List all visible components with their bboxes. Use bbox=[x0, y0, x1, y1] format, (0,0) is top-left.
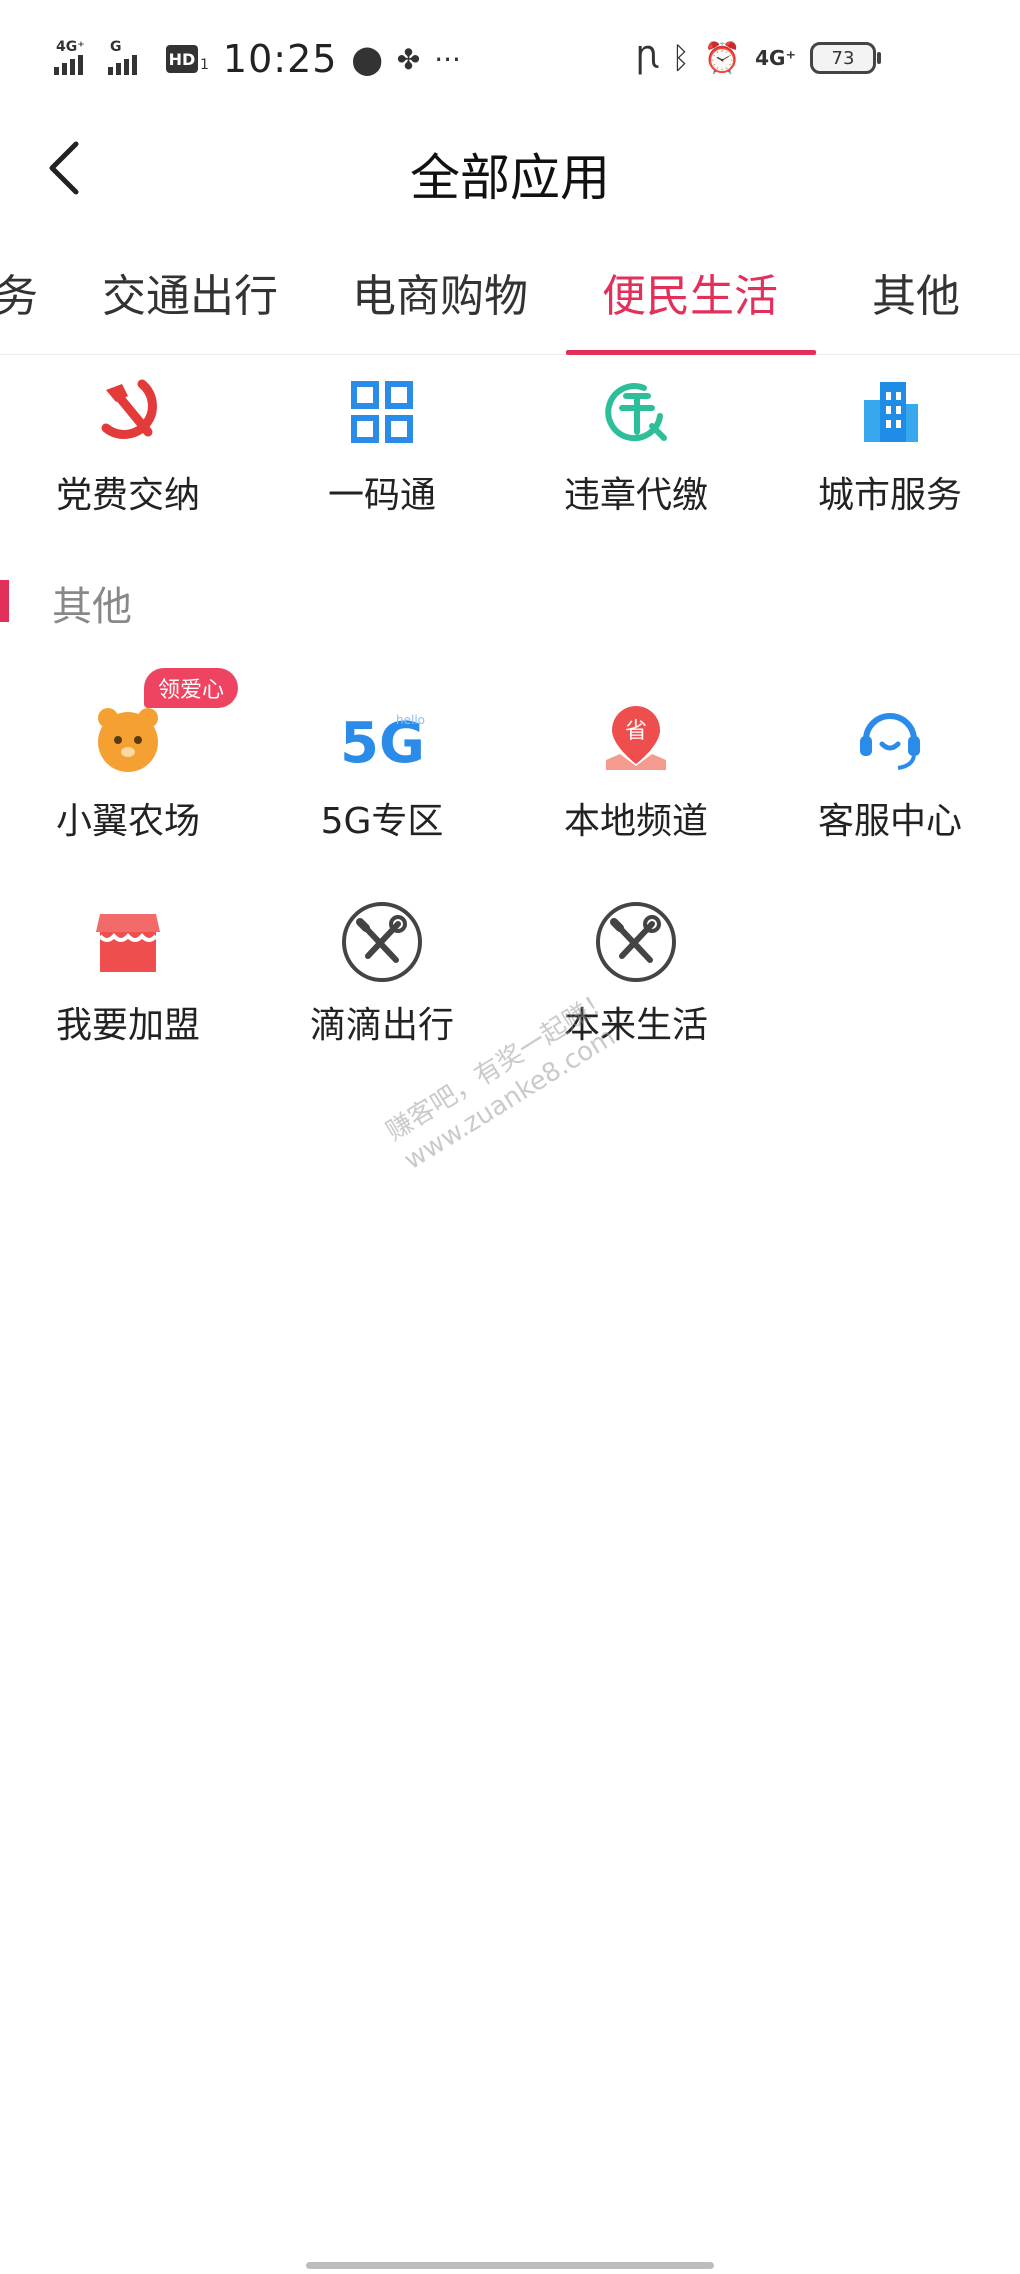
tab-partial[interactable]: 务 bbox=[0, 260, 38, 324]
app-xiaoyi-farm[interactable]: 领爱心 小翼农场 bbox=[18, 668, 239, 844]
section-accent-bar bbox=[0, 580, 9, 622]
bluetooth-icon: ᛒ bbox=[671, 40, 690, 76]
building-icon bbox=[864, 382, 918, 442]
app-5g-zone[interactable]: 5G hello 5G专区 bbox=[272, 698, 492, 844]
tools-icon bbox=[342, 902, 422, 982]
app-one-code[interactable]: 一码通 bbox=[272, 372, 492, 518]
network-4g-icon: 4G⁺ bbox=[755, 46, 796, 70]
svg-text:hello: hello bbox=[396, 713, 425, 727]
tab-transport[interactable]: 交通出行 bbox=[102, 260, 278, 324]
signal-icon: 4G⁺ bbox=[54, 39, 98, 79]
tab-ecommerce[interactable]: 电商购物 bbox=[352, 260, 528, 324]
page-title: 全部应用 bbox=[410, 149, 610, 207]
status-time: 10:25 bbox=[222, 37, 338, 81]
app-party-fee[interactable]: 党费交纳 bbox=[18, 372, 238, 518]
headset-icon bbox=[860, 713, 920, 770]
tools-icon bbox=[596, 902, 676, 982]
app-city-service[interactable]: 城市服务 bbox=[780, 372, 1000, 518]
category-tabs: 务 交通出行 电商购物 便民生活 其他 bbox=[0, 250, 1020, 355]
active-tab-indicator bbox=[566, 350, 816, 355]
carrier-icon: ✤ bbox=[396, 42, 421, 76]
tab-convenience[interactable]: 便民生活 bbox=[602, 260, 778, 324]
location-province-icon: 省 bbox=[606, 706, 666, 770]
farm-badge: 领爱心 bbox=[144, 668, 239, 708]
app-didi[interactable]: 滴滴出行 bbox=[272, 902, 492, 1048]
app-join-franchise[interactable]: 我要加盟 bbox=[18, 902, 238, 1048]
svg-text:省: 省 bbox=[625, 719, 647, 744]
app-customer-service[interactable]: 客服中心 bbox=[780, 698, 1000, 844]
app-violation-pay[interactable]: 违章代缴 bbox=[526, 372, 746, 518]
status-bar: 4G⁺ G HD 1 10:25 ⬤ ✤ ··· Ꞃ ᛒ ⏰ 4G⁺ 73 bbox=[0, 0, 1020, 116]
nfc-icon: Ꞃ bbox=[635, 40, 658, 76]
battery-icon: 73 bbox=[810, 42, 881, 74]
alarm-icon: ⏰ bbox=[703, 40, 742, 76]
hd-icon: HD bbox=[166, 45, 198, 73]
tab-other[interactable]: 其他 bbox=[872, 260, 960, 324]
home-indicator[interactable] bbox=[306, 2262, 714, 2269]
app-local-channel[interactable]: 省 本地频道 bbox=[526, 698, 746, 844]
signal-icon-2: G bbox=[108, 39, 152, 79]
location-pin-icon: ⬤ bbox=[351, 42, 383, 76]
more-icon: ··· bbox=[434, 42, 461, 76]
violation-icon bbox=[605, 383, 667, 442]
hd-sub: 1 bbox=[200, 57, 209, 73]
qr-grid-icon bbox=[351, 381, 413, 443]
section-title: 其他 bbox=[52, 584, 132, 630]
hammer-sickle-icon bbox=[101, 379, 157, 439]
bear-icon bbox=[98, 708, 158, 772]
5g-icon: 5G hello bbox=[340, 711, 425, 774]
app-header: 全部应用 bbox=[0, 116, 1020, 226]
shop-icon bbox=[96, 914, 160, 972]
